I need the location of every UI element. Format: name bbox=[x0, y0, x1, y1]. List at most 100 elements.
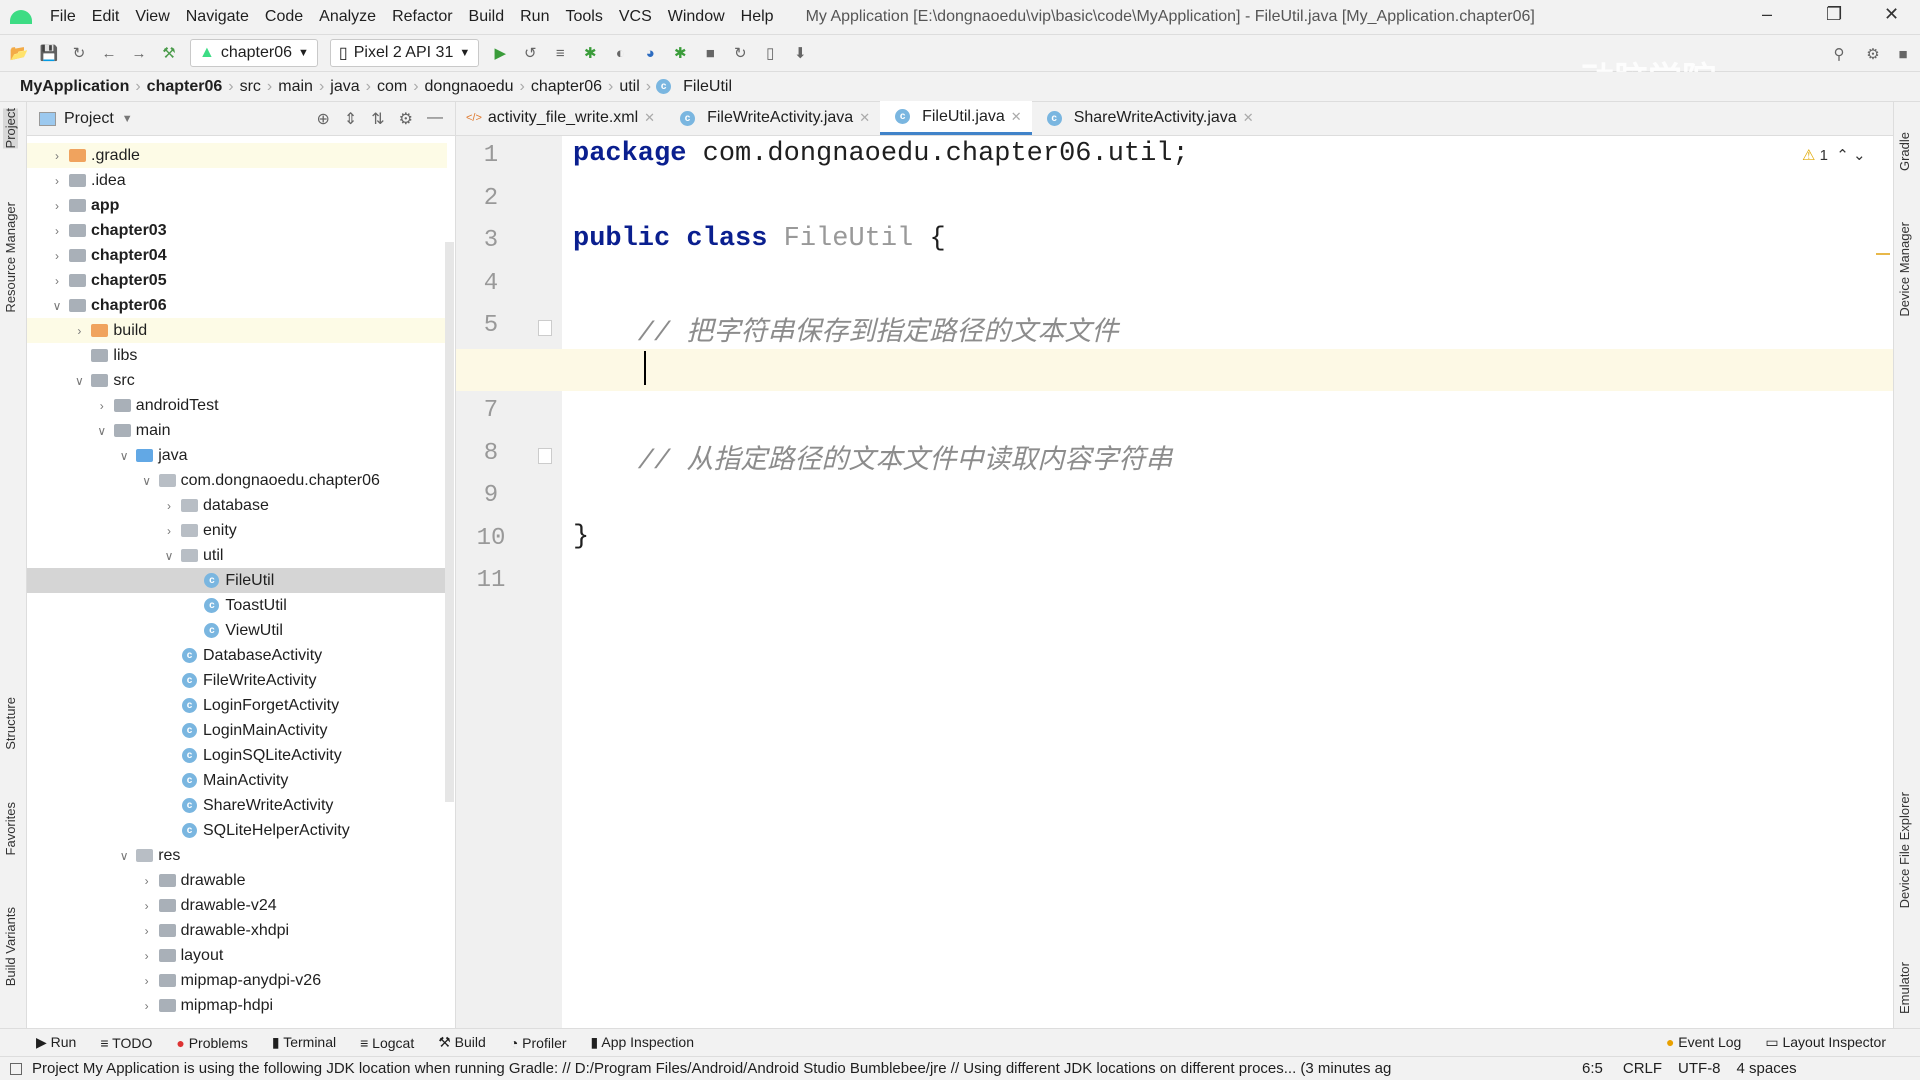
tree-item-com-dongnaoedu-chapter06[interactable]: ∨ com.dongnaoedu.chapter06 bbox=[27, 468, 447, 493]
tree-item-src[interactable]: ∨ src bbox=[27, 368, 447, 393]
menu-analyze[interactable]: Analyze bbox=[311, 8, 384, 26]
expand-all-icon[interactable]: ⇕ bbox=[344, 109, 357, 129]
tree-item-res[interactable]: ∨ res bbox=[27, 843, 447, 868]
chevron-down-icon[interactable]: ∨ bbox=[161, 549, 177, 563]
warning-marker[interactable] bbox=[1876, 253, 1890, 255]
tree-item-layout[interactable]: › layout bbox=[27, 943, 447, 968]
hide-icon[interactable]: — bbox=[427, 109, 443, 129]
breadcrumb-item[interactable]: FileUtil bbox=[677, 78, 738, 96]
chevron-right-icon[interactable]: › bbox=[71, 324, 87, 338]
build-variants-tool-button[interactable]: Build Variants bbox=[3, 907, 18, 986]
tree-item-sqlitehelperactivity[interactable]: c SQLiteHelperActivity bbox=[27, 818, 447, 843]
status-toggle-icon[interactable] bbox=[10, 1062, 22, 1075]
chevron-right-icon[interactable]: › bbox=[139, 899, 155, 913]
open-icon[interactable]: 📂 bbox=[10, 44, 29, 62]
tree-item-main[interactable]: ∨ main bbox=[27, 418, 447, 443]
menu-build[interactable]: Build bbox=[461, 8, 513, 26]
menu-run[interactable]: Run bbox=[512, 8, 557, 26]
line-separator[interactable]: CRLF bbox=[1623, 1060, 1662, 1077]
tree-item-mipmap-hdpi[interactable]: › mipmap-hdpi bbox=[27, 993, 447, 1018]
menu-code[interactable]: Code bbox=[257, 8, 311, 26]
menu-refactor[interactable]: Refactor bbox=[384, 8, 460, 26]
chevron-right-icon[interactable]: › bbox=[49, 174, 65, 188]
structure-tool-button[interactable]: Structure bbox=[3, 697, 18, 750]
locate-icon[interactable]: ⊕ bbox=[316, 109, 329, 129]
breadcrumb-item[interactable]: chapter06 bbox=[525, 78, 608, 96]
run-icon[interactable]: ▶ bbox=[491, 44, 509, 62]
chevron-down-icon[interactable]: ∨ bbox=[139, 474, 155, 488]
tree-item--gradle[interactable]: › .gradle bbox=[27, 143, 447, 168]
minimize-button[interactable]: – bbox=[1762, 4, 1772, 25]
device-selector[interactable]: ▯ Pixel 2 API 31 ▼ bbox=[329, 39, 480, 67]
profile-icon[interactable]: ◕ bbox=[641, 44, 659, 62]
chevron-right-icon[interactable]: › bbox=[139, 949, 155, 963]
chevron-right-icon[interactable]: › bbox=[49, 149, 65, 163]
chevron-right-icon[interactable]: › bbox=[49, 274, 65, 288]
tree-item-build[interactable]: › build bbox=[27, 318, 447, 343]
forward-icon[interactable]: → bbox=[130, 44, 148, 62]
indent-setting[interactable]: 4 spaces bbox=[1737, 1060, 1797, 1077]
resource-manager-tool-button[interactable]: Resource Manager bbox=[3, 202, 18, 313]
account-icon[interactable]: ■ bbox=[1894, 45, 1912, 63]
attach-debugger-icon[interactable]: ✱ bbox=[671, 44, 689, 62]
chevron-down-icon[interactable]: ∨ bbox=[116, 849, 132, 863]
chevron-right-icon[interactable]: › bbox=[139, 874, 155, 888]
tree-item-app[interactable]: › app bbox=[27, 193, 447, 218]
tab-fileutil-java[interactable]: c FileUtil.java ✕ bbox=[880, 101, 1032, 135]
tree-item-androidtest[interactable]: › androidTest bbox=[27, 393, 447, 418]
menu-file[interactable]: File bbox=[42, 8, 84, 26]
tree-scrollbar[interactable] bbox=[445, 242, 454, 802]
file-encoding[interactable]: UTF-8 bbox=[1678, 1060, 1721, 1077]
tree-item-loginforgetactivity[interactable]: c LoginForgetActivity bbox=[27, 693, 447, 718]
chevron-down-icon[interactable]: ∨ bbox=[94, 424, 110, 438]
tool-todo[interactable]: ≡ TODO bbox=[100, 1035, 152, 1051]
tree-item-sharewriteactivity[interactable]: c ShareWriteActivity bbox=[27, 793, 447, 818]
warnings-indicator[interactable]: ⚠ 1 ⌃ ⌄ bbox=[1802, 146, 1866, 164]
chevron-down-icon[interactable]: ∨ bbox=[49, 299, 65, 313]
gradle-tool-button[interactable]: Gradle bbox=[1897, 132, 1912, 171]
tree-item-drawable[interactable]: › drawable bbox=[27, 868, 447, 893]
tool-app-inspection[interactable]: ▮ App Inspection bbox=[591, 1034, 694, 1051]
tree-item-util[interactable]: ∨ util bbox=[27, 543, 447, 568]
chevron-right-icon[interactable]: › bbox=[49, 199, 65, 213]
menu-navigate[interactable]: Navigate bbox=[178, 8, 257, 26]
chevron-right-icon[interactable]: › bbox=[139, 999, 155, 1013]
tree-item-database[interactable]: › database bbox=[27, 493, 447, 518]
menu-window[interactable]: Window bbox=[660, 8, 733, 26]
chevron-right-icon[interactable]: › bbox=[139, 974, 155, 988]
apply-code-changes-icon[interactable]: ≡ bbox=[551, 44, 569, 62]
chevron-right-icon[interactable]: › bbox=[94, 399, 110, 413]
debug-icon[interactable]: ✱ bbox=[581, 44, 599, 62]
tool-profiler[interactable]: ◔ Profiler bbox=[510, 1035, 567, 1051]
tool-problems[interactable]: ● Problems bbox=[176, 1035, 248, 1051]
fold-marker-icon[interactable] bbox=[538, 447, 552, 464]
settings-icon[interactable]: ⚙ bbox=[1864, 45, 1882, 63]
tree-item-drawable-v24[interactable]: › drawable-v24 bbox=[27, 893, 447, 918]
collapse-all-icon[interactable]: ⇅ bbox=[371, 109, 384, 129]
menu-tools[interactable]: Tools bbox=[557, 8, 610, 26]
coverage-icon[interactable]: ◐ bbox=[611, 44, 629, 62]
tree-item-mainactivity[interactable]: c MainActivity bbox=[27, 768, 447, 793]
tool-terminal[interactable]: ▮ Terminal bbox=[272, 1034, 336, 1051]
chevron-down-icon[interactable]: ▼ bbox=[122, 113, 133, 125]
code-editor[interactable]: ⚠ 1 ⌃ ⌄ package com.dongnaoedu.chapter06… bbox=[562, 136, 1893, 1028]
stop-icon[interactable]: ■ bbox=[701, 44, 719, 62]
menu-edit[interactable]: Edit bbox=[84, 8, 128, 26]
tree-item-databaseactivity[interactable]: c DatabaseActivity bbox=[27, 643, 447, 668]
tree-item-drawable-xhdpi[interactable]: › drawable-xhdpi bbox=[27, 918, 447, 943]
maximize-button[interactable]: ❐ bbox=[1826, 4, 1842, 25]
tree-item-chapter06[interactable]: ∨ chapter06 bbox=[27, 293, 447, 318]
tree-item-toastutil[interactable]: c ToastUtil bbox=[27, 593, 447, 618]
tree-item-enity[interactable]: › enity bbox=[27, 518, 447, 543]
tree-item-java[interactable]: ∨ java bbox=[27, 443, 447, 468]
breadcrumb-item[interactable]: dongnaoedu bbox=[419, 78, 520, 96]
menu-vcs[interactable]: VCS bbox=[611, 8, 660, 26]
save-icon[interactable]: 💾 bbox=[40, 44, 59, 62]
breadcrumb-item[interactable]: src bbox=[234, 78, 267, 96]
tool-run[interactable]: ▶ Run bbox=[36, 1034, 76, 1051]
chevron-right-icon[interactable]: › bbox=[49, 224, 65, 238]
tree-item-filewriteactivity[interactable]: c FileWriteActivity bbox=[27, 668, 447, 693]
project-tool-button[interactable]: Project bbox=[3, 108, 18, 149]
gear-icon[interactable]: ⚙ bbox=[399, 109, 413, 129]
tab-filewriteactivity-java[interactable]: c FileWriteActivity.java ✕ bbox=[665, 101, 880, 135]
